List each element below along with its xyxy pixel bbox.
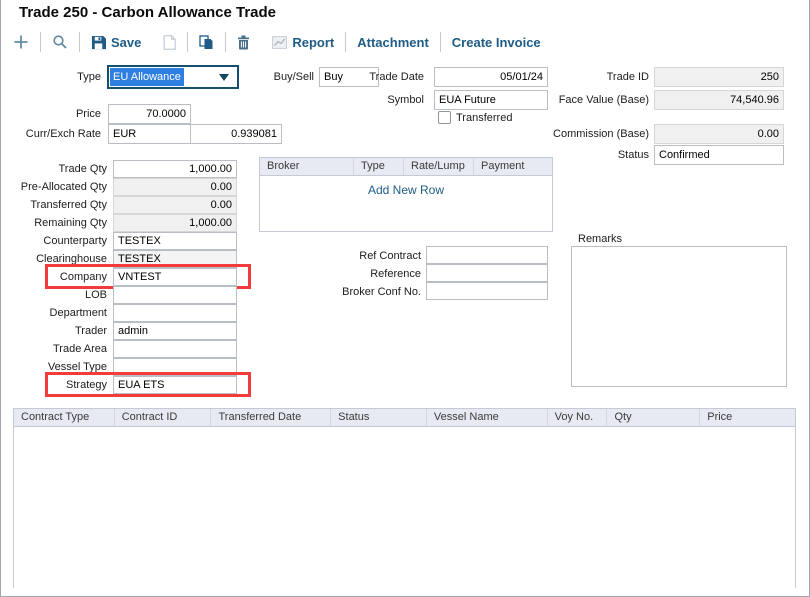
status-field[interactable]: Confirmed bbox=[654, 145, 784, 165]
search-icon bbox=[52, 34, 68, 50]
payment-column-header: Payment bbox=[474, 158, 552, 175]
counterparty-label: Counterparty bbox=[9, 235, 107, 247]
voy-no-column-header: Voy No. bbox=[548, 409, 608, 426]
curr-exch-rate-label: Curr/Exch Rate bbox=[11, 128, 101, 140]
broker-table: Broker Type Rate/Lump Payment Add New Ro… bbox=[259, 157, 553, 232]
page-title: Trade 250 - Carbon Allowance Trade bbox=[19, 4, 276, 21]
type-column-header: Type bbox=[354, 158, 404, 175]
ref-contract-label: Ref Contract bbox=[331, 250, 421, 262]
report-button[interactable]: Report bbox=[272, 35, 334, 50]
add-button[interactable] bbox=[13, 34, 29, 50]
report-chart-icon bbox=[272, 36, 287, 49]
trader-field[interactable]: admin bbox=[113, 322, 237, 340]
trade-date-label: Trade Date bbox=[354, 71, 424, 83]
toolbar-separator bbox=[225, 32, 226, 52]
vessel-name-column-header: Vessel Name bbox=[427, 409, 548, 426]
type-label: Type bbox=[21, 71, 101, 83]
reference-label: Reference bbox=[331, 268, 421, 280]
type-dropdown-value: EU Allowance bbox=[110, 68, 184, 86]
buy-sell-label: Buy/Sell bbox=[239, 71, 314, 83]
qty-column-header: Qty bbox=[607, 409, 700, 426]
status-label: Status bbox=[559, 149, 649, 161]
trade-date-field[interactable]: 05/01/24 bbox=[434, 67, 548, 87]
department-field[interactable] bbox=[113, 304, 237, 322]
save-button-label: Save bbox=[111, 35, 141, 50]
face-value-label: Face Value (Base) bbox=[529, 94, 649, 106]
broker-conf-no-field[interactable] bbox=[426, 282, 548, 300]
contracts-table-header: Contract Type Contract ID Transferred Da… bbox=[14, 409, 795, 427]
copy-button[interactable] bbox=[199, 35, 214, 50]
currency-field[interactable]: EUR bbox=[108, 124, 191, 144]
trade-qty-label: Trade Qty bbox=[9, 163, 107, 175]
commission-label: Commission (Base) bbox=[529, 128, 649, 140]
reference-field[interactable] bbox=[426, 264, 548, 282]
delete-icon bbox=[237, 35, 250, 50]
status-column-header: Status bbox=[331, 409, 427, 426]
face-value-field: 74,540.96 bbox=[654, 90, 784, 110]
remaining-qty-label: Remaining Qty bbox=[9, 217, 107, 229]
trade-id-label: Trade ID bbox=[559, 71, 649, 83]
search-button[interactable] bbox=[52, 34, 68, 50]
trade-area-field[interactable] bbox=[113, 340, 237, 358]
type-dropdown[interactable]: EU Allowance bbox=[107, 65, 239, 89]
price-field[interactable]: 70.0000 bbox=[108, 104, 191, 124]
toolbar: Save Report Attachmen bbox=[13, 30, 541, 54]
ref-contract-field[interactable] bbox=[426, 246, 548, 264]
attachment-button-label: Attachment bbox=[357, 35, 429, 50]
lob-label: LOB bbox=[9, 289, 107, 301]
toolbar-separator bbox=[440, 32, 441, 52]
add-icon bbox=[13, 34, 29, 50]
remaining-qty-field: 1,000.00 bbox=[113, 214, 237, 232]
delete-button[interactable] bbox=[237, 35, 250, 50]
toolbar-separator bbox=[79, 32, 80, 52]
create-invoice-button[interactable]: Create Invoice bbox=[452, 35, 541, 50]
toolbar-separator bbox=[345, 32, 346, 52]
contract-id-column-header: Contract ID bbox=[115, 409, 212, 426]
rate-lump-column-header: Rate/Lump bbox=[404, 158, 474, 175]
trade-area-label: Trade Area bbox=[9, 343, 107, 355]
toolbar-separator bbox=[40, 32, 41, 52]
copy-icon bbox=[199, 35, 214, 50]
price-label: Price bbox=[21, 108, 101, 120]
contracts-table-body bbox=[14, 427, 795, 588]
trader-label: Trader bbox=[9, 325, 107, 337]
add-new-row-button[interactable]: Add New Row bbox=[260, 183, 552, 197]
new-document-icon bbox=[163, 35, 176, 50]
pre-allocated-qty-field: 0.00 bbox=[113, 178, 237, 196]
save-button[interactable]: Save bbox=[91, 35, 141, 50]
transferred-qty-label: Transferred Qty bbox=[9, 199, 107, 211]
pre-allocated-qty-label: Pre-Allocated Qty bbox=[9, 181, 107, 193]
remarks-label: Remarks bbox=[578, 233, 622, 245]
attachment-button[interactable]: Attachment bbox=[357, 35, 429, 50]
broker-conf-no-label: Broker Conf No. bbox=[331, 286, 421, 298]
transferred-qty-field: 0.00 bbox=[113, 196, 237, 214]
exch-rate-field[interactable]: 0.939081 bbox=[190, 124, 282, 144]
transferred-label: Transferred bbox=[456, 112, 512, 124]
contracts-table: Contract Type Contract ID Transferred Da… bbox=[13, 408, 796, 588]
price-column-header: Price bbox=[700, 409, 795, 426]
trade-id-field: 250 bbox=[654, 67, 784, 87]
trade-window: Trade 250 - Carbon Allowance Trade Save bbox=[0, 0, 810, 597]
lob-field[interactable] bbox=[113, 286, 237, 304]
chevron-down-icon bbox=[219, 74, 229, 81]
transferred-date-column-header: Transferred Date bbox=[211, 409, 331, 426]
create-invoice-button-label: Create Invoice bbox=[452, 35, 541, 50]
broker-table-header: Broker Type Rate/Lump Payment bbox=[260, 158, 552, 176]
remarks-textarea[interactable] bbox=[571, 246, 787, 387]
strategy-highlight-box bbox=[45, 372, 251, 397]
commission-field: 0.00 bbox=[654, 124, 784, 144]
contract-type-column-header: Contract Type bbox=[14, 409, 115, 426]
counterparty-field[interactable]: TESTEX bbox=[113, 232, 237, 250]
toolbar-separator bbox=[187, 32, 188, 52]
transferred-checkbox[interactable] bbox=[438, 111, 451, 124]
report-button-label: Report bbox=[292, 35, 334, 50]
broker-column-header: Broker bbox=[260, 158, 354, 175]
save-icon bbox=[91, 35, 106, 50]
department-label: Department bbox=[9, 307, 107, 319]
symbol-label: Symbol bbox=[354, 94, 424, 106]
new-document-button[interactable] bbox=[163, 35, 176, 50]
trade-qty-field[interactable]: 1,000.00 bbox=[113, 160, 237, 178]
